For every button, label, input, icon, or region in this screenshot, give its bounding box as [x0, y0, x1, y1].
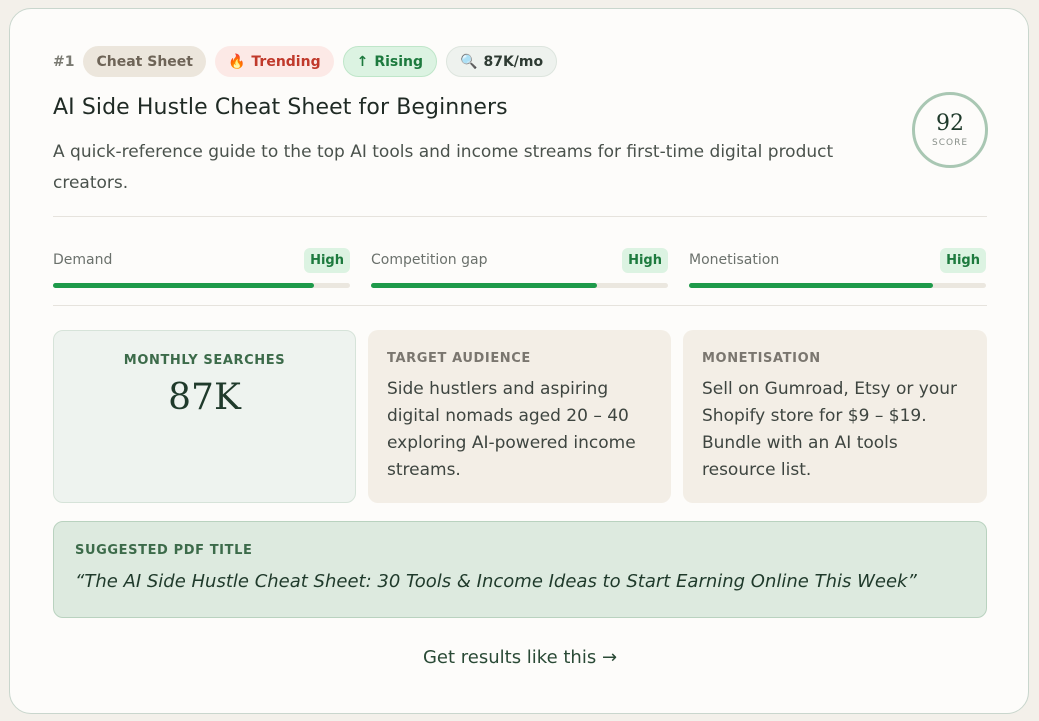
progress-track: [53, 283, 350, 288]
rank-label: #1: [53, 53, 75, 70]
panel-heading: MONETISATION: [702, 351, 821, 366]
panel-heading: MONTHLY SEARCHES: [123, 353, 286, 368]
panel-heading: TARGET AUDIENCE: [387, 351, 531, 366]
panel-heading: SUGGESTED PDF TITLE: [75, 543, 253, 558]
score-label: SCORE: [931, 138, 969, 148]
monetisation-panel: MONETISATION Sell on Gumroad, Etsy or yo…: [683, 330, 987, 503]
tag-row: #1 Cheat Sheet 🔥 Trending ↑ Rising 🔍 87K…: [53, 46, 558, 77]
suggested-pdf-title: “The AI Side Hustle Cheat Sheet: 30 Tool…: [75, 571, 917, 592]
metric-label: Demand: [53, 252, 113, 268]
divider: [53, 305, 987, 306]
panel-body: Side hustlers and aspiring digital nomad…: [387, 379, 636, 480]
idea-card: #1 Cheat Sheet 🔥 Trending ↑ Rising 🔍 87K…: [9, 8, 1029, 714]
progress-track: [371, 283, 668, 288]
metric-label: Competition gap: [371, 252, 488, 268]
rising-badge: ↑ Rising: [342, 46, 438, 77]
get-results-link[interactable]: Get results like this →: [53, 647, 987, 668]
search-icon: 🔍: [460, 53, 478, 70]
score-value: 92: [936, 111, 964, 136]
progress-fill: [689, 283, 933, 288]
fire-icon: 🔥: [227, 53, 246, 70]
volume-label: 87K/mo: [483, 53, 544, 70]
volume-badge: 🔍 87K/mo: [446, 46, 558, 77]
progress-fill: [53, 283, 315, 288]
rising-label: Rising: [374, 53, 424, 70]
trending-label: Trending: [251, 53, 321, 70]
progress-fill: [371, 283, 597, 288]
metrics-row: Demand High Competition gap High Monetis…: [53, 240, 987, 290]
metric-monetisation: Monetisation High: [689, 240, 986, 290]
target-audience-panel: TARGET AUDIENCE Side hustlers and aspiri…: [368, 330, 671, 503]
trending-badge: 🔥 Trending: [214, 46, 334, 77]
metric-demand: Demand High: [53, 240, 350, 290]
metric-competition-gap: Competition gap High: [371, 240, 668, 290]
monthly-searches-value: 87K: [168, 377, 241, 418]
card-title: AI Side Hustle Cheat Sheet for Beginners: [53, 95, 508, 120]
divider: [53, 216, 987, 217]
score-badge: 92 SCORE: [912, 92, 988, 168]
panel-body: Sell on Gumroad, Etsy or your Shopify st…: [702, 379, 957, 480]
monthly-searches-panel: MONTHLY SEARCHES 87K: [53, 330, 356, 503]
metric-rating-badge: High: [304, 248, 350, 273]
arrow-up-icon: ↑: [356, 53, 369, 70]
suggested-title-panel: SUGGESTED PDF TITLE “The AI Side Hustle …: [53, 521, 987, 618]
metric-rating-badge: High: [940, 248, 986, 273]
category-label: Cheat Sheet: [96, 53, 193, 70]
metric-rating-badge: High: [622, 248, 668, 273]
progress-track: [689, 283, 986, 288]
category-badge: Cheat Sheet: [83, 46, 206, 77]
card-description: A quick-reference guide to the top AI to…: [53, 142, 834, 193]
metric-label: Monetisation: [689, 252, 780, 268]
